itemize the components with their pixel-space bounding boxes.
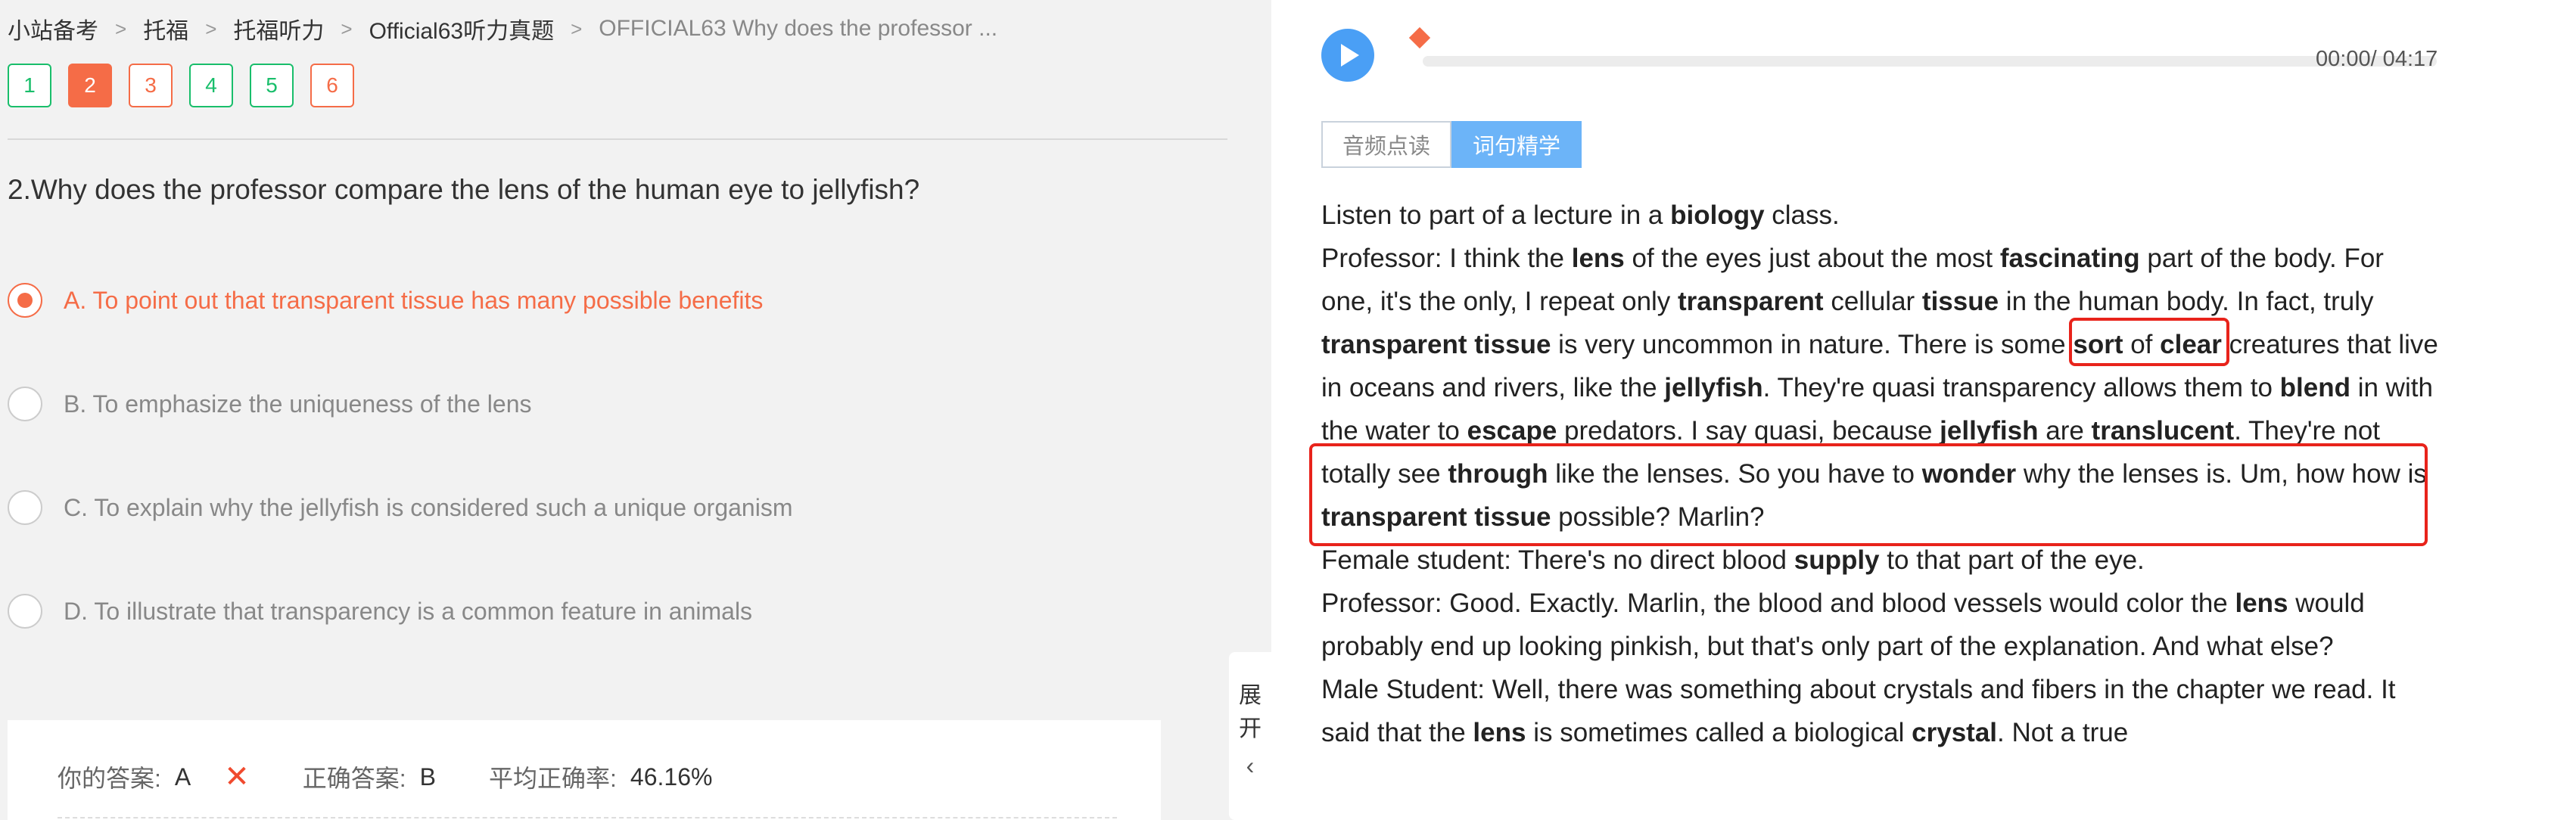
expand-label-1: 展 (1239, 683, 1262, 708)
breadcrumb-item: OFFICIAL63 Why does the professor ... (599, 16, 998, 41)
chevron-left-icon: ‹ (1246, 752, 1255, 779)
progress-bar[interactable] (1423, 56, 2437, 67)
breadcrumb-separator-icon: > (115, 17, 127, 40)
option-c[interactable]: C. To explain why the jellyfish is consi… (8, 490, 792, 525)
divider (8, 138, 1227, 140)
breadcrumb-item[interactable]: 小站备考 (8, 12, 98, 45)
transcript-paragraph[interactable]: Male Student: Well, there was something … (1321, 668, 2441, 754)
option-label: D. To illustrate that transparency is a … (64, 597, 753, 625)
question-panel: 小站备考 > 托福 > 托福听力 > Official63听力真题 > OFFICIAL63 W… (0, 0, 1271, 820)
transcript-paragraph[interactable]: Professor: Good. Exactly. Marlin, the bl… (1321, 582, 2441, 668)
tab-audio-reading[interactable]: 音频点读 (1321, 121, 1452, 168)
audio-panel: 00:00/ 04:17 音频点读 词句精学 Listen to part of… (1271, 0, 2576, 820)
question-nav-item[interactable]: 5 (250, 64, 294, 107)
breadcrumb-separator-icon: > (341, 17, 353, 40)
question-nav-item[interactable]: 2 (68, 64, 112, 107)
expand-toggle[interactable]: 展 开 ‹ (1229, 652, 1271, 820)
option-a[interactable]: A. To point out that transparent tissue … (8, 283, 763, 318)
question-nav-item[interactable]: 3 (129, 64, 173, 107)
transcript-paragraph[interactable]: Female student: There's no direct blood … (1321, 539, 2441, 582)
your-answer-label: 你的答案: (58, 765, 161, 792)
your-answer-value: A (174, 763, 191, 790)
transcript-paragraph[interactable]: Professor: I think the lens of the eyes … (1321, 237, 2441, 539)
progress-handle[interactable] (1408, 26, 1431, 49)
transcript: Listen to part of a lecture in a biology… (1321, 194, 2441, 754)
breadcrumb-item[interactable]: 托福听力 (233, 12, 324, 45)
question-nav-item[interactable]: 4 (189, 64, 233, 107)
dashed-divider (58, 817, 1117, 818)
radio-icon[interactable] (8, 490, 42, 525)
option-d[interactable]: D. To illustrate that transparency is a … (8, 594, 752, 629)
question-nav: 123456 (8, 64, 354, 107)
correct-answer-label: 正确答案: (302, 765, 406, 792)
time-display: 00:00/ 04:17 (2316, 47, 2438, 71)
option-label: C. To explain why the jellyfish is consi… (64, 493, 793, 521)
tab-word-study[interactable]: 词句精学 (1451, 121, 1582, 168)
question-text: 2.Why does the professor compare the len… (8, 174, 920, 205)
breadcrumb: 小站备考 > 托福 > 托福听力 > Official63听力真题 > OFFICIAL63 W… (8, 14, 997, 44)
option-label: A. To point out that transparent tissue … (64, 286, 764, 314)
expand-label-2: 开 (1239, 716, 1262, 741)
transcript-paragraph[interactable]: Listen to part of a lecture in a biology… (1321, 194, 2441, 237)
play-button[interactable] (1321, 29, 1374, 82)
tabs: 音频点读 词句精学 (1321, 121, 1582, 168)
breadcrumb-separator-icon: > (205, 17, 217, 40)
option-label: B. To emphasize the uniqueness of the le… (64, 390, 532, 418)
answer-summary: 你的答案: A ✕ 正确答案: B 平均正确率: 46.16% (8, 720, 1161, 820)
average-rate-label: 平均正确率: (489, 765, 617, 792)
breadcrumb-item[interactable]: Official63听力真题 (369, 12, 555, 45)
breadcrumb-separator-icon: > (571, 17, 583, 40)
breadcrumb-item[interactable]: 托福 (143, 12, 188, 45)
question-nav-item[interactable]: 1 (8, 64, 51, 107)
correct-answer-value: B (419, 763, 437, 790)
play-icon (1341, 44, 1359, 67)
option-b[interactable]: B. To emphasize the uniqueness of the le… (8, 387, 531, 421)
radio-checked-icon[interactable] (8, 283, 42, 318)
question-nav-item[interactable]: 6 (310, 64, 354, 107)
average-rate-value: 46.16% (630, 763, 713, 790)
radio-icon[interactable] (8, 387, 42, 421)
wrong-icon: ✕ (224, 760, 250, 794)
radio-icon[interactable] (8, 594, 42, 629)
